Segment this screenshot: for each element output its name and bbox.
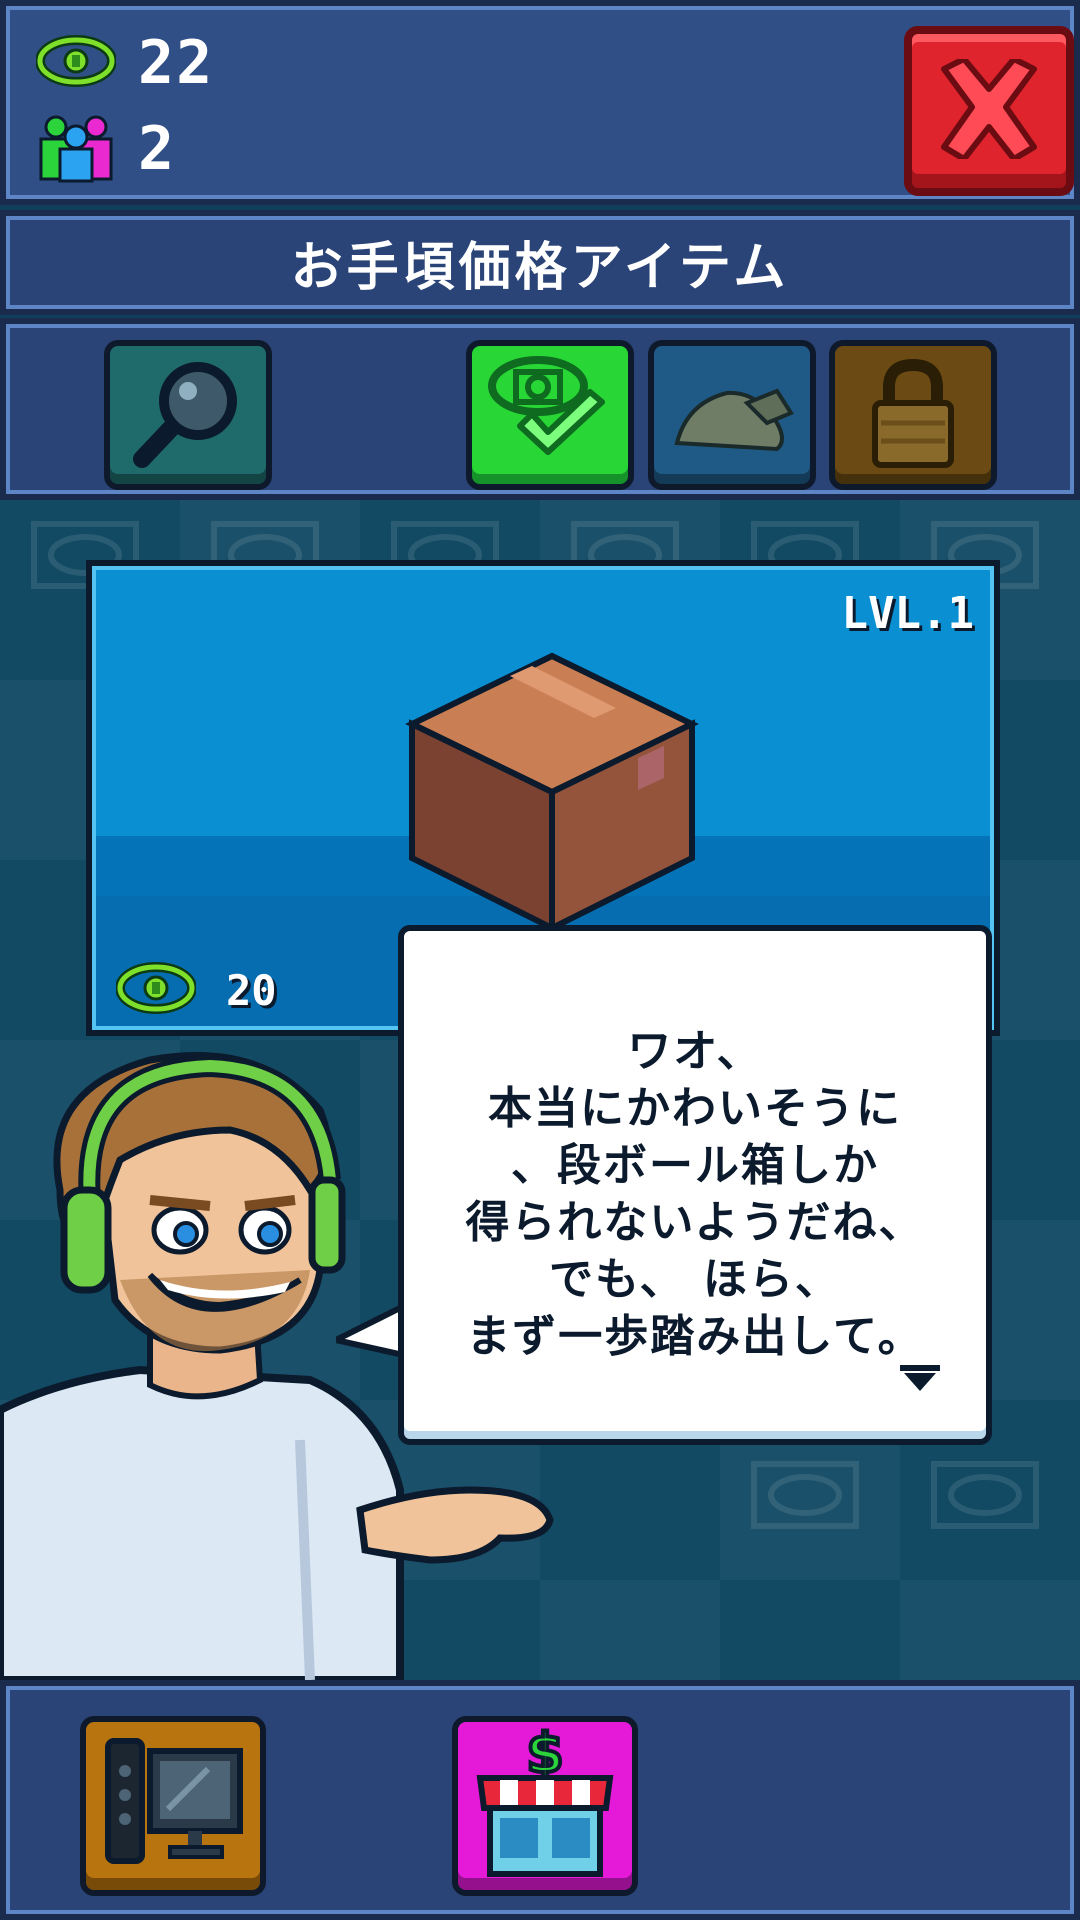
views-stat: 22 (35, 28, 215, 98)
item-level: LVL.1 (841, 588, 974, 639)
computer-setup-icon (98, 1729, 248, 1883)
dialog-text: ワオ、 本当にかわいそうに 、段ボール箱しか 得られないようだね、 でも、 ほら… (465, 1026, 925, 1362)
subscribers-stat: 2 (36, 111, 176, 187)
close-x-icon (934, 56, 1044, 163)
people-icon (36, 111, 116, 187)
views-count: 22 (138, 28, 215, 98)
title-bar: お手頃価格アイテム (0, 210, 1080, 315)
speech-bubble[interactable]: ワオ、 本当にかわいそうに 、段ボール箱しか 得られないようだね、 でも、 ほら… (398, 925, 992, 1445)
tab-pile[interactable] (648, 340, 816, 490)
background-eye-icon (931, 1461, 1039, 1529)
page-title: お手頃価格アイテム (290, 238, 790, 298)
eye-icon (115, 961, 197, 1019)
padlock-icon (863, 353, 963, 477)
item-price-value: 20 (226, 965, 277, 1015)
close-button[interactable] (904, 26, 1074, 196)
tab-locked[interactable] (829, 340, 997, 490)
item-price: 20 (115, 961, 277, 1019)
magnifier-icon (128, 353, 248, 477)
eye-icon (35, 34, 117, 92)
down-triangle-icon[interactable] (900, 1365, 940, 1397)
bottom-nav: $ (0, 1680, 1080, 1920)
tab-search[interactable] (104, 340, 272, 490)
category-tabs (0, 318, 1080, 1524)
tab-cheap-items[interactable] (466, 340, 634, 490)
shop-button[interactable]: $ (452, 1716, 638, 1896)
stats-bar: 22 2 (0, 0, 1080, 205)
subscribers-count: 2 (138, 114, 177, 184)
studio-button[interactable] (80, 1716, 266, 1896)
background-eye-icon (751, 1461, 859, 1529)
pile-icon (667, 363, 797, 467)
cardboard-box-icon (402, 646, 702, 940)
shop-icon: $ (470, 1720, 620, 1888)
money-check-icon (480, 348, 620, 482)
